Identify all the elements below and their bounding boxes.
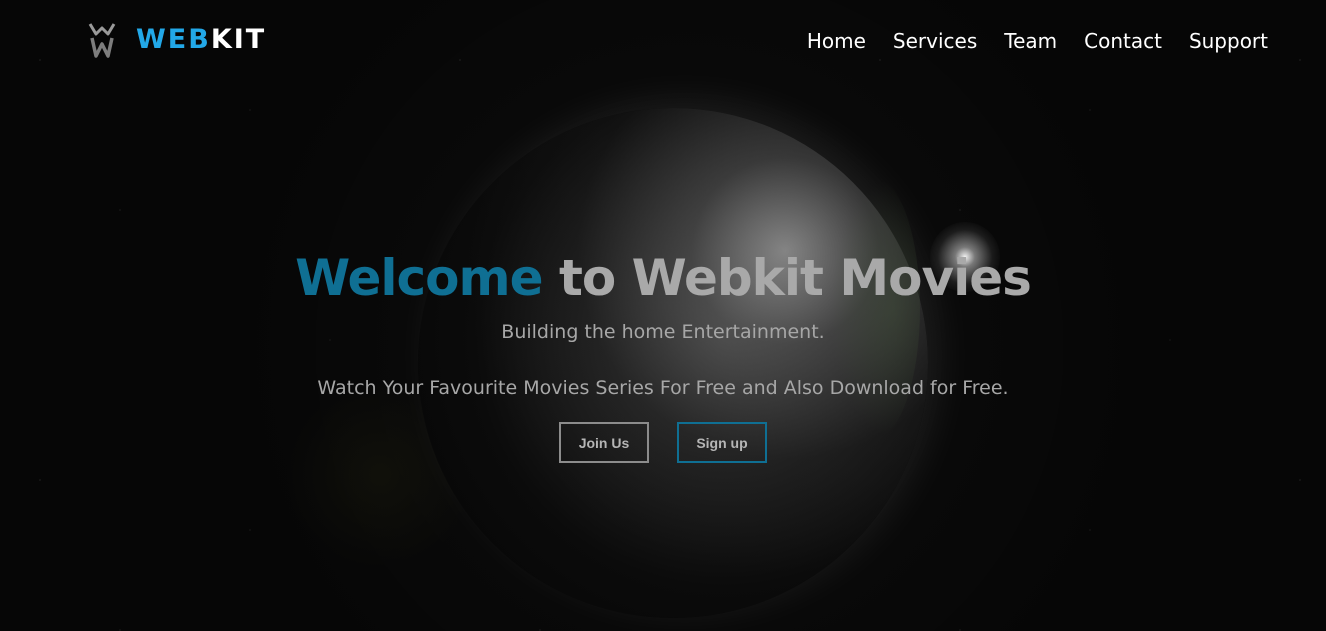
hero-title-highlight: Welcome: [295, 249, 543, 307]
site-header: WEBKIT Home Services Team Contact Suppor…: [0, 0, 1326, 82]
main-navigation: Home Services Team Contact Support: [807, 28, 1268, 54]
hero-title: Welcome to Webkit Movies: [0, 240, 1326, 316]
nav-item-team[interactable]: Team: [1004, 28, 1057, 54]
hero-subtitle: Building the home Entertainment.: [501, 321, 825, 343]
nav-item-support[interactable]: Support: [1189, 28, 1268, 54]
hero-description: Watch Your Favourite Movies Series For F…: [317, 377, 1009, 399]
nav-item-home[interactable]: Home: [807, 28, 866, 54]
webkit-logo-icon: [88, 23, 116, 58]
hero-title-rest: to Webkit Movies: [542, 249, 1032, 307]
brand-name-part-web: WEB: [136, 24, 211, 55]
brand-name: WEBKIT: [136, 20, 266, 60]
nav-item-contact[interactable]: Contact: [1084, 28, 1162, 54]
brand-logo-link[interactable]: WEBKIT: [86, 20, 266, 60]
brand-name-part-kit: KIT: [210, 24, 267, 55]
sign-up-button[interactable]: Sign up: [677, 422, 767, 463]
hero-section: Welcome to Webkit Movies Building the ho…: [0, 240, 1326, 463]
nav-item-services[interactable]: Services: [893, 28, 977, 54]
hero-buttons: Join Us Sign up: [0, 422, 1326, 463]
landing-page: WEBKIT Home Services Team Contact Suppor…: [0, 0, 1326, 631]
join-us-button[interactable]: Join Us: [559, 422, 649, 463]
